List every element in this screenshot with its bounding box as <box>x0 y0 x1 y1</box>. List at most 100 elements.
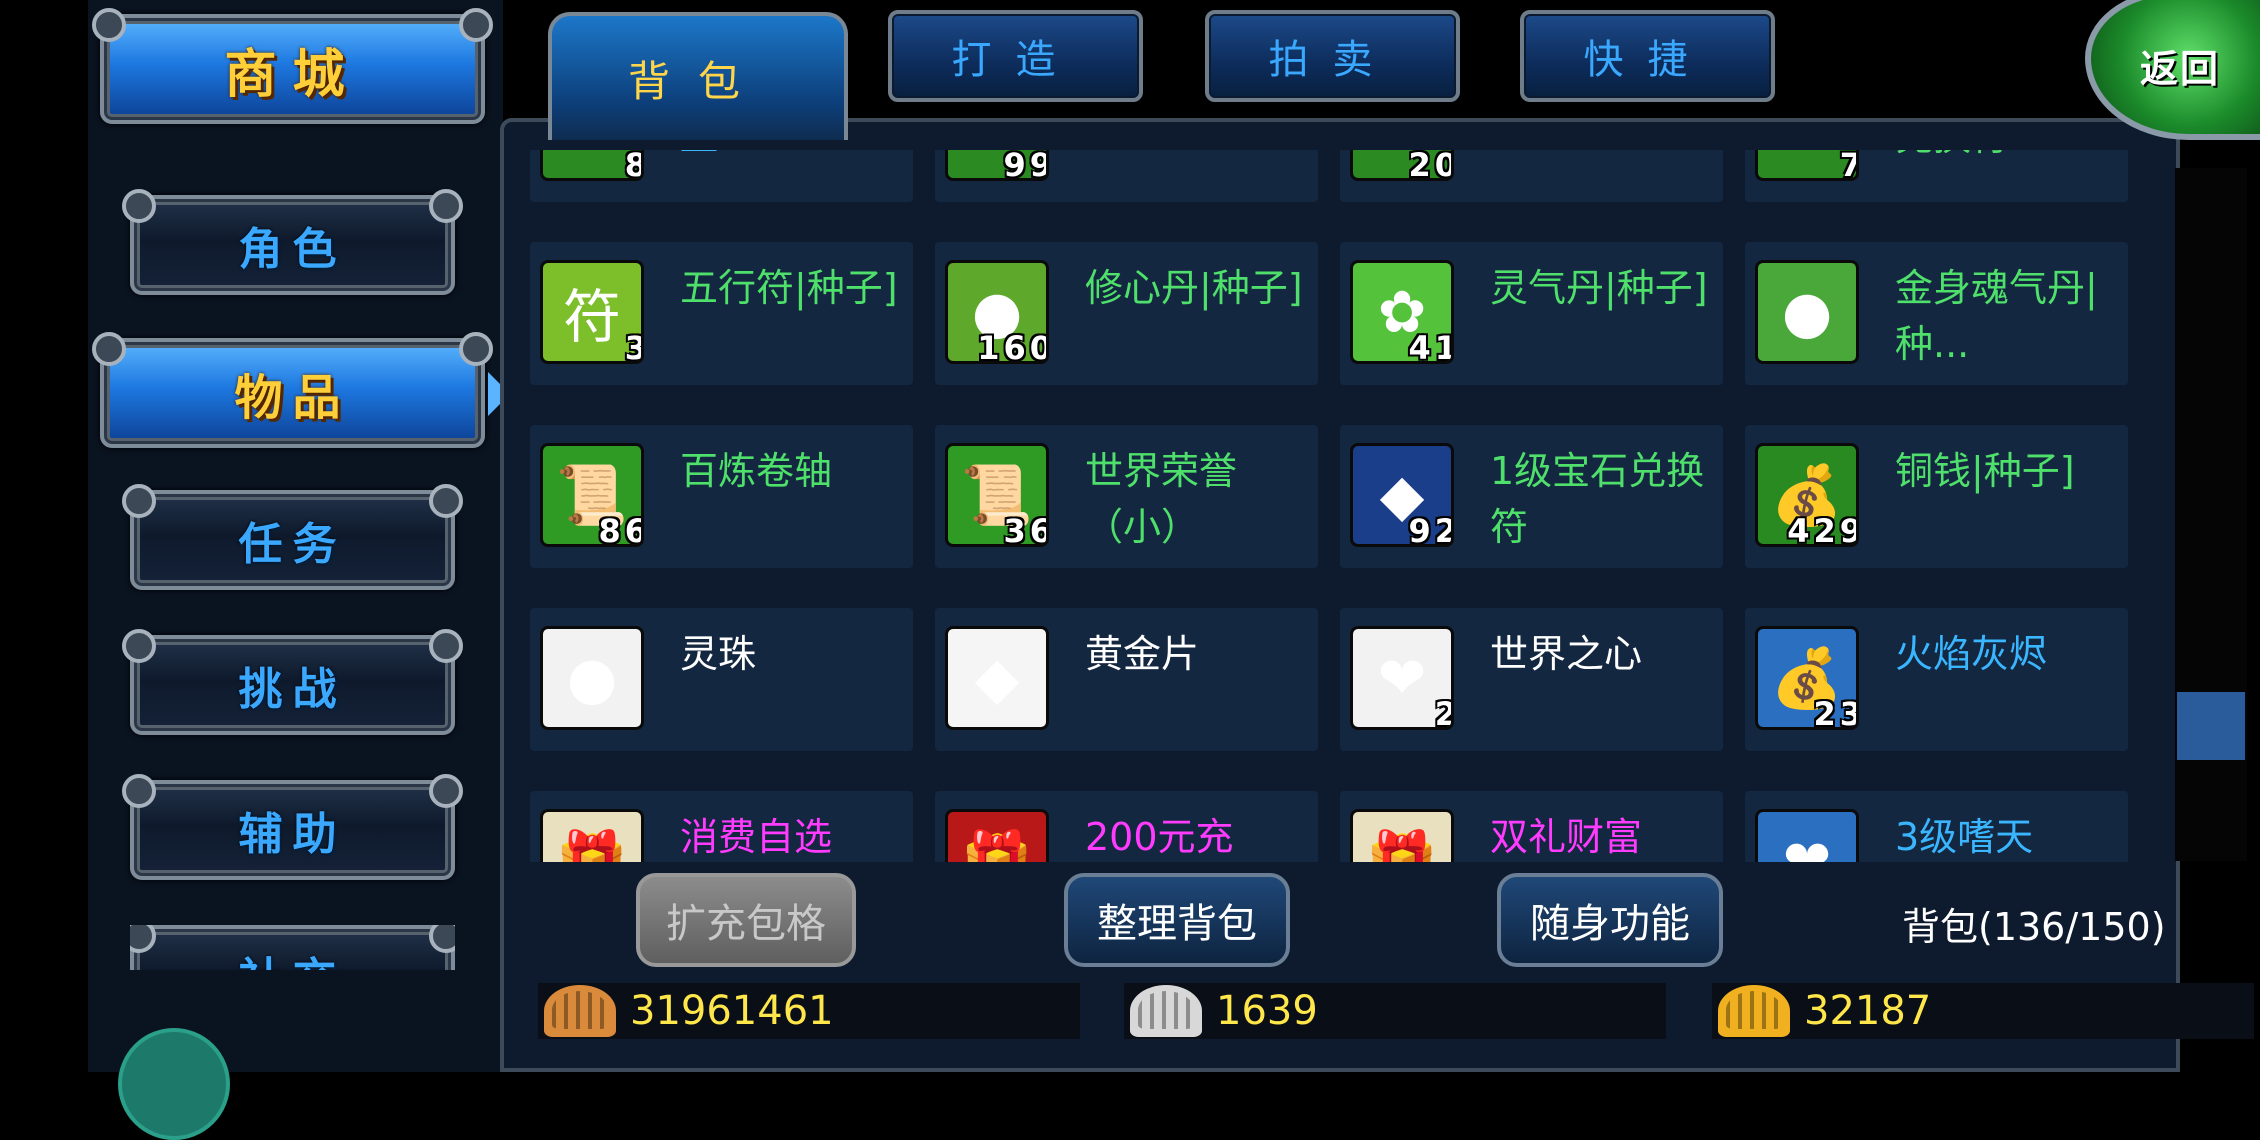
inventory-slot[interactable]: 🎁 消费自选 <box>530 791 913 862</box>
inventory-slot[interactable]: 📜36 世界荣誉（小） <box>935 425 1318 568</box>
carry-functions-button[interactable]: 随身功能 <box>1497 873 1723 967</box>
item-glyph: 🎁 <box>1365 826 1439 863</box>
inventory-slot[interactable]: ❤2 世界之心 <box>1340 608 1723 751</box>
inventory-slot[interactable]: 💰 429 铜钱|种子] <box>1745 425 2128 568</box>
nav-item-challenge[interactable]: 挑战 <box>122 629 463 735</box>
inventory-slot[interactable]: 🎁 双礼财富 <box>1340 791 1723 862</box>
purple-orb-icon: ● 160 <box>945 260 1049 364</box>
currency-silver-value: 1639 <box>1216 988 1318 1034</box>
red-gift-icon: 🎁 <box>945 809 1049 862</box>
tab-quick[interactable]: 快捷 <box>1520 10 1775 102</box>
inventory-slot-partial[interactable]: 7 兑换符 <box>1745 150 2128 202</box>
item-glyph: ● <box>1781 278 1833 346</box>
item-quantity: 429 <box>1787 512 1859 547</box>
tab-forge[interactable]: 打造 <box>888 10 1143 102</box>
item-name: 灵珠 <box>680 632 757 676</box>
sort-bag-button[interactable]: 整理背包 <box>1064 873 1290 967</box>
inventory-scroll-thumb[interactable] <box>2177 692 2245 760</box>
item-name: 修心丹|种子] <box>1085 266 1303 310</box>
item-quantity: 86 <box>598 512 641 547</box>
gift-box-icon: 🎁 <box>1350 809 1454 862</box>
item-glyph: ❤ <box>1782 827 1832 862</box>
currency-silver: 1639 <box>1124 983 1666 1039</box>
item-name: 血 <box>680 150 905 165</box>
item-quantity: 23 <box>1813 695 1856 730</box>
scroll-icon: 📜86 <box>540 443 644 547</box>
item-quantity: 7 <box>1840 150 1856 178</box>
item-name: 世界之心 <box>1490 632 1643 676</box>
item-name: 金身魂气丹|种... <box>1895 266 2098 366</box>
inventory-grid-viewport[interactable]: 8血99207兑换符符3五行符|种子]●160修心丹|种子]✿41灵气丹|种子]… <box>530 150 2140 862</box>
currency-bronze-value: 31961461 <box>630 988 834 1034</box>
nav-item-role[interactable]: 角色 <box>122 189 463 295</box>
orange-orb-icon: ● <box>1755 260 1859 364</box>
bag-capacity-label: 背包(136/150) <box>1902 905 2166 949</box>
inventory-slot[interactable]: 🎁 200元充 <box>935 791 1318 862</box>
item-quantity: 8 <box>625 150 641 178</box>
item-name: 百炼卷轴 <box>680 449 833 493</box>
item-name: 灵气丹|种子] <box>1490 266 1708 310</box>
silver-shell-icon <box>1130 985 1202 1037</box>
item-icon: 20 <box>1350 150 1454 181</box>
inventory-slot-partial[interactable]: 8血 <box>530 150 913 202</box>
item-quantity: 2 <box>1435 695 1451 727</box>
item-name: 200元充 <box>1085 815 1234 859</box>
inventory-slot[interactable]: ◆92 1级宝石兑换符 <box>1340 425 1723 568</box>
pink-pearl-icon: ● <box>540 626 644 730</box>
nav-item-social-clip: 社交 <box>130 925 455 970</box>
item-name: 1级宝石兑换符 <box>1490 449 1705 549</box>
green-orb-icon: ✿41 <box>1350 260 1454 364</box>
inventory-slot[interactable]: ✿41 灵气丹|种子] <box>1340 242 1723 385</box>
gold-shell-icon <box>1718 985 1790 1037</box>
expand-bag-button[interactable]: 扩充包格 <box>636 873 856 967</box>
tab-bag[interactable]: 背包 <box>548 12 848 140</box>
item-name: 黄金片 <box>1085 632 1200 676</box>
item-quantity: 3 <box>625 329 641 361</box>
currency-gold: 32187 <box>1712 983 2254 1039</box>
inventory-slot-partial[interactable]: 20 <box>1340 150 1723 202</box>
nav-item-social[interactable]: 社交 <box>130 925 455 970</box>
inventory-slot[interactable]: 💰23 火焰灰烬 <box>1745 608 2128 751</box>
money-bag-icon: 💰 429 <box>1755 443 1859 547</box>
heart-icon: ❤2 <box>1350 626 1454 730</box>
inventory-slot[interactable]: ❤ 3级嗜天 <box>1745 791 2128 862</box>
nav-item-assist[interactable]: 辅助 <box>122 774 463 880</box>
heart-icon: ❤ <box>1755 809 1859 862</box>
seal-sprout-icon: 符3 <box>540 260 644 364</box>
inventory-slot[interactable]: ● 160 修心丹|种子] <box>935 242 1318 385</box>
money-bag-icon: 💰23 <box>1755 626 1859 730</box>
tab-auction[interactable]: 拍卖 <box>1205 10 1460 102</box>
currency-bronze: 31961461 <box>538 983 1080 1039</box>
item-quantity: 41 <box>1408 329 1451 364</box>
inventory-slot[interactable]: 符3 五行符|种子] <box>530 242 913 385</box>
item-quantity: 160 <box>977 329 1049 364</box>
item-name: 3级嗜天 <box>1895 815 2034 859</box>
gift-box-icon: 🎁 <box>540 809 644 862</box>
inventory-slot[interactable]: ◆ 黄金片 <box>935 608 1318 751</box>
inventory-slot[interactable]: ● 灵珠 <box>530 608 913 751</box>
gold-shard-icon: ◆ <box>945 626 1049 730</box>
item-name: 兑换符 <box>1895 150 2120 165</box>
item-icon: 7 <box>1755 150 1859 181</box>
nav-item-items[interactable]: 物品 <box>92 332 493 448</box>
floating-gamepad-button[interactable] <box>118 1028 230 1140</box>
item-quantity: 92 <box>1408 512 1451 547</box>
mall-button[interactable]: 商城 <box>92 8 493 124</box>
nav-item-quest[interactable]: 任务 <box>122 484 463 590</box>
blue-gem-icon: ◆92 <box>1350 443 1454 547</box>
inventory-slot-partial[interactable]: 99 <box>935 150 1318 202</box>
item-quantity: 36 <box>1003 512 1046 547</box>
currency-gold-value: 32187 <box>1804 988 1932 1034</box>
item-glyph: ● <box>566 644 618 712</box>
item-icon: 99 <box>945 150 1049 181</box>
inventory-slot[interactable]: ● 金身魂气丹|种... <box>1745 242 2128 385</box>
item-name: 双礼财富 <box>1490 815 1643 859</box>
item-name: 世界荣誉（小） <box>1085 449 1238 549</box>
scroll-icon: 📜36 <box>945 443 1049 547</box>
inventory-slot[interactable]: 📜86 百炼卷轴 <box>530 425 913 568</box>
item-quantity: 99 <box>1003 150 1046 181</box>
item-name: 火焰灰烬 <box>1895 632 2048 676</box>
item-name: 铜钱|种子] <box>1895 449 2075 493</box>
item-icon: 8 <box>540 150 644 181</box>
item-glyph: ◆ <box>974 644 1020 712</box>
